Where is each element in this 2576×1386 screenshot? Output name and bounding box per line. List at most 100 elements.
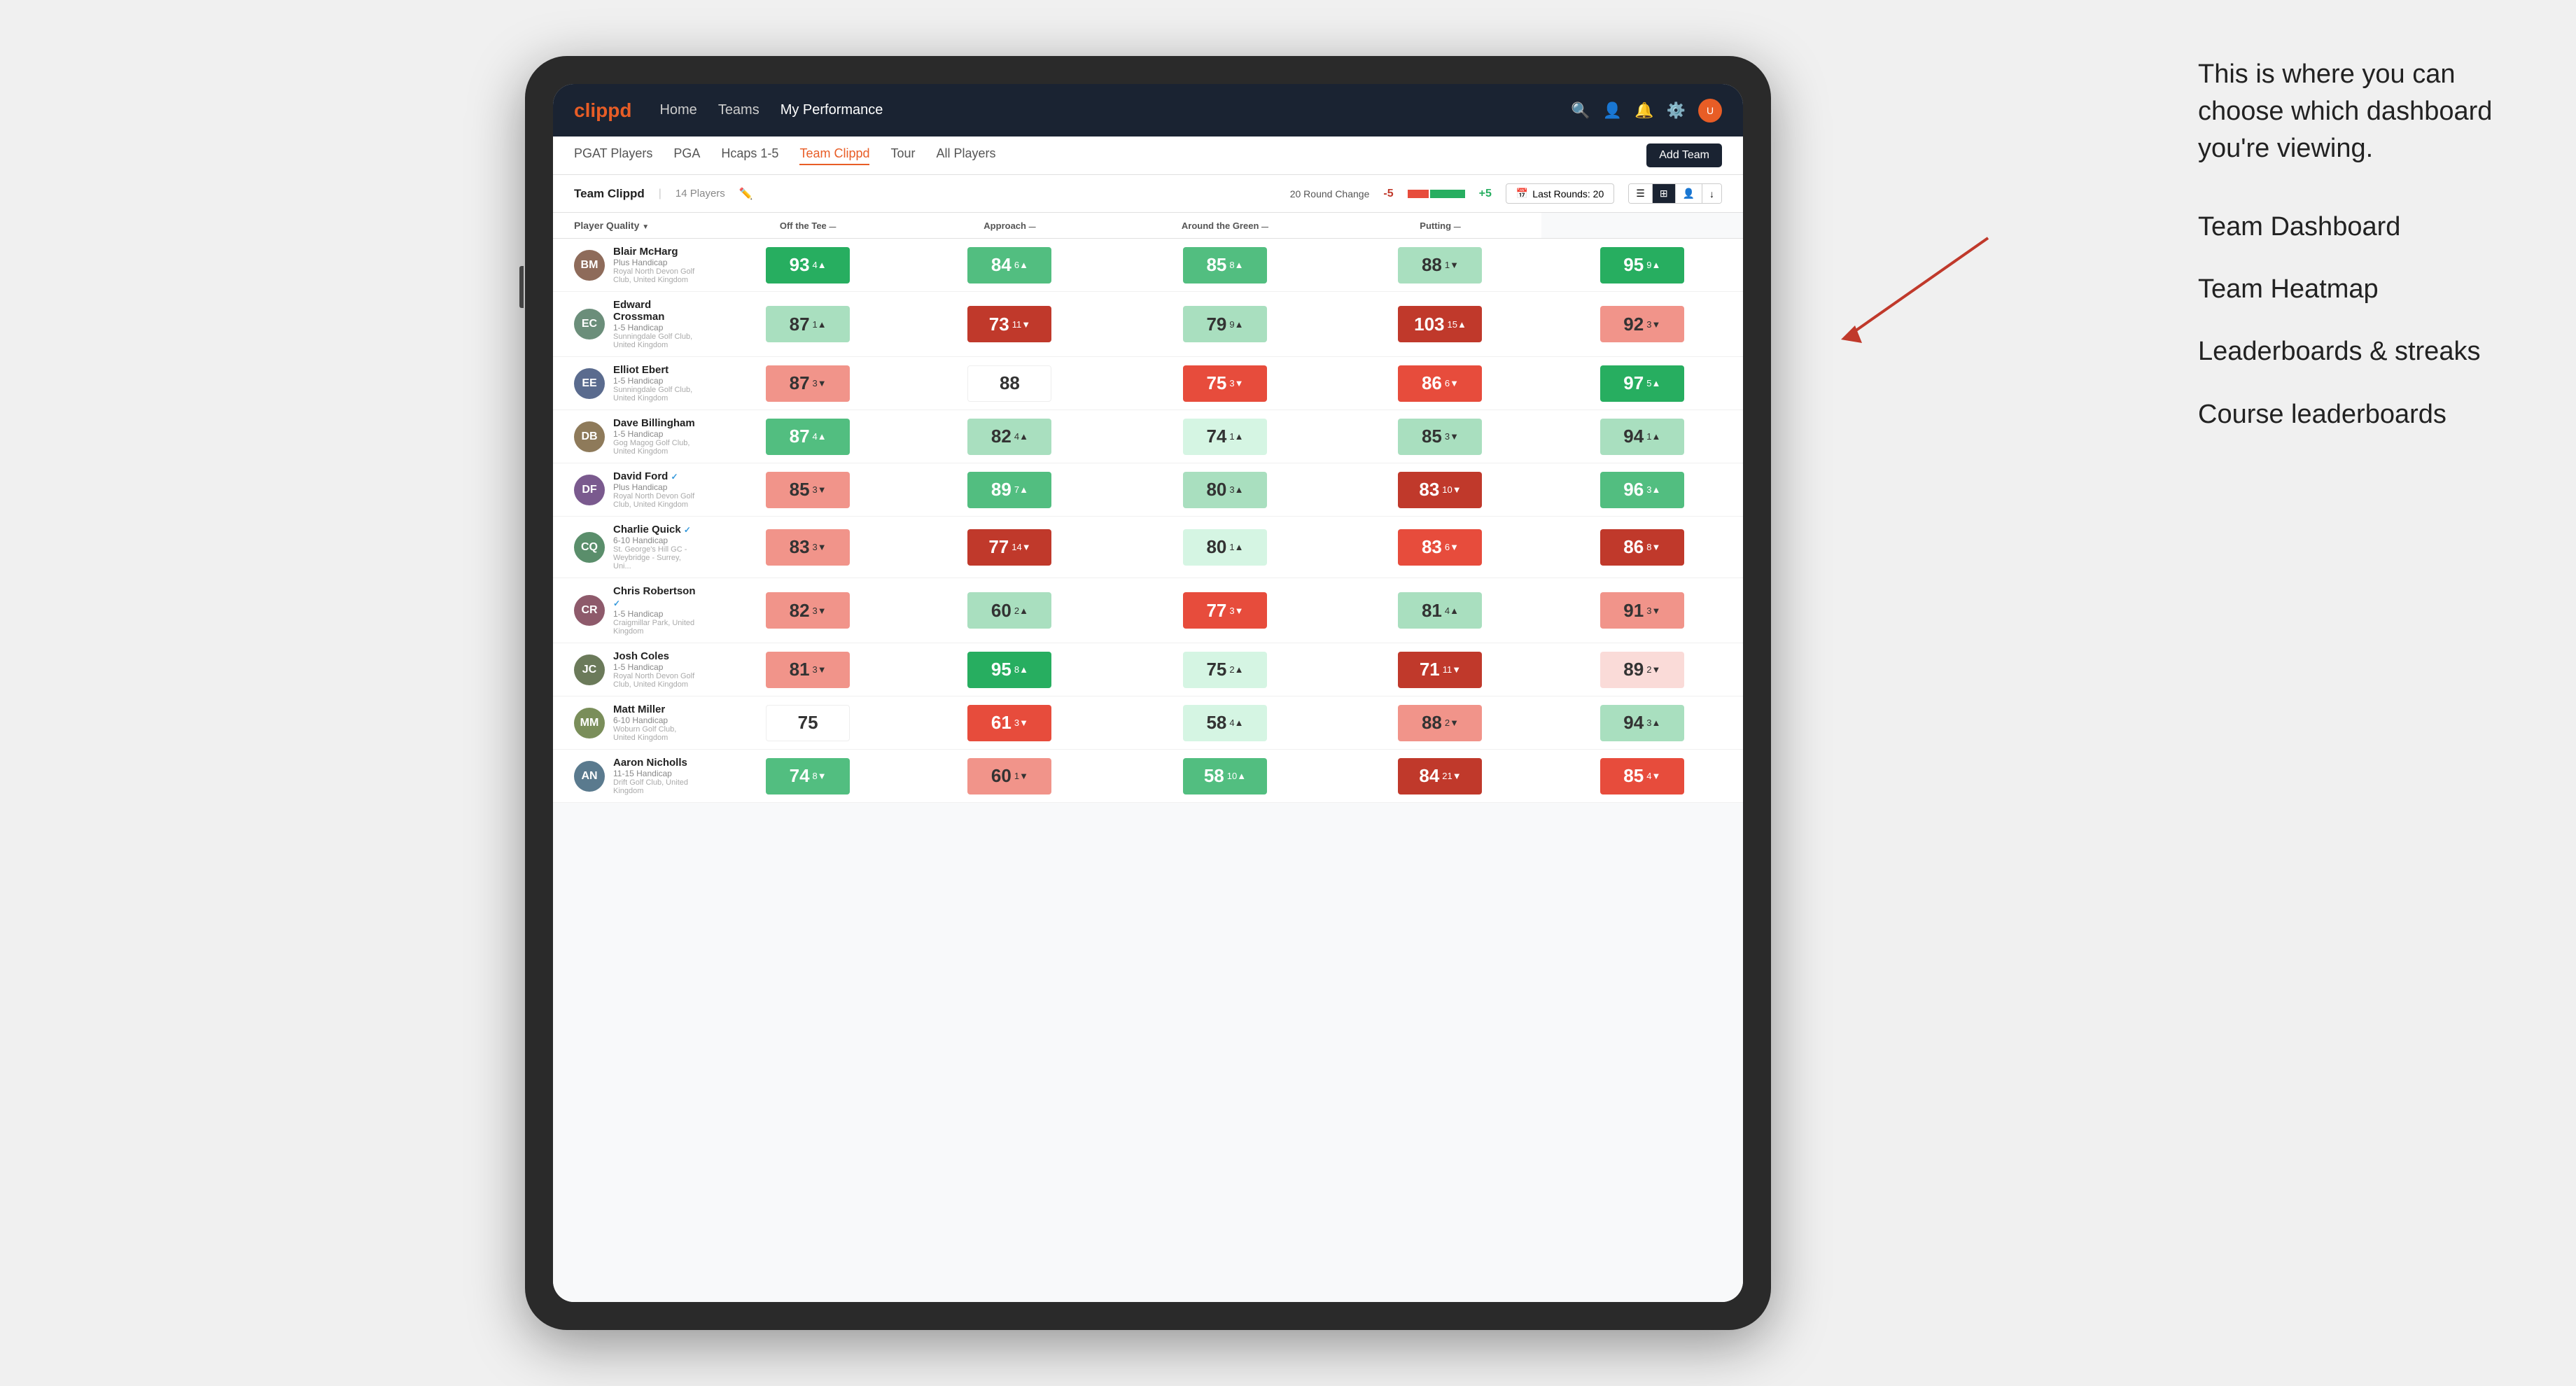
tee-cell-5[interactable]: 77 14▼ [909,517,1110,578]
around-green-cell-0[interactable]: 88 1▼ [1339,239,1541,292]
putting-cell-8[interactable]: 94 3▲ [1541,696,1743,750]
putting-cell-2[interactable]: 97 5▲ [1541,357,1743,410]
player-cell-5[interactable]: CQ Charlie Quick ✓ 6-10 Handicap St. Geo… [553,517,707,578]
approach-cell-1[interactable]: 79 9▲ [1111,292,1340,357]
score-value: 71 [1420,659,1440,680]
view-list-button[interactable]: ☰ [1629,184,1653,203]
bell-icon[interactable]: 🔔 [1634,102,1653,120]
quality-cell-3[interactable]: 87 4▲ [707,410,909,463]
player-cell-9[interactable]: AN Aaron Nicholls 11-15 Handicap Drift G… [553,750,707,803]
quality-cell-4[interactable]: 85 3▼ [707,463,909,517]
around-green-cell-1[interactable]: 103 15▲ [1339,292,1541,357]
around-green-cell-5[interactable]: 83 6▼ [1339,517,1541,578]
player-info: Charlie Quick ✓ 6-10 Handicap St. George… [613,524,696,570]
approach-cell-9[interactable]: 58 10▲ [1111,750,1340,803]
player-cell-6[interactable]: CR Chris Robertson ✓ 1-5 Handicap Craigm… [553,578,707,643]
putting-cell-9[interactable]: 85 4▼ [1541,750,1743,803]
around-green-cell-6[interactable]: 81 4▲ [1339,578,1541,643]
tee-cell-4[interactable]: 89 7▲ [909,463,1110,517]
tee-cell-6[interactable]: 60 2▲ [909,578,1110,643]
score-box: 91 3▼ [1600,592,1684,629]
score-box: 95 8▲ [967,652,1051,688]
nav-teams[interactable]: Teams [718,102,760,118]
around-green-cell-3[interactable]: 85 3▼ [1339,410,1541,463]
quality-cell-9[interactable]: 74 8▼ [707,750,909,803]
approach-cell-8[interactable]: 58 4▲ [1111,696,1340,750]
tee-cell-8[interactable]: 61 3▼ [909,696,1110,750]
around-green-cell-9[interactable]: 84 21▼ [1339,750,1541,803]
approach-cell-5[interactable]: 80 1▲ [1111,517,1340,578]
putting-cell-5[interactable]: 86 8▼ [1541,517,1743,578]
putting-cell-1[interactable]: 92 3▼ [1541,292,1743,357]
approach-cell-2[interactable]: 75 3▼ [1111,357,1340,410]
approach-cell-0[interactable]: 85 8▲ [1111,239,1340,292]
nav-home[interactable]: Home [659,102,696,118]
tee-cell-1[interactable]: 73 11▼ [909,292,1110,357]
player-handicap: Plus Handicap [613,482,696,492]
tee-cell-0[interactable]: 84 6▲ [909,239,1110,292]
tab-pgat[interactable]: PGAT Players [574,146,652,165]
quality-cell-2[interactable]: 87 3▼ [707,357,909,410]
around-green-cell-8[interactable]: 88 2▼ [1339,696,1541,750]
score-value: 103 [1414,314,1444,335]
player-cell-0[interactable]: BM Blair McHarg Plus Handicap Royal Nort… [553,239,707,292]
table-row: AN Aaron Nicholls 11-15 Handicap Drift G… [553,750,1743,803]
score-box: 86 8▼ [1600,529,1684,566]
around-green-cell-2[interactable]: 86 6▼ [1339,357,1541,410]
tee-cell-7[interactable]: 95 8▲ [909,643,1110,696]
view-grid-button[interactable]: ⊞ [1653,184,1676,203]
player-name: Matt Miller [613,704,696,715]
sub-nav-items: PGAT Players PGA Hcaps 1-5 Team Clippd T… [574,146,996,165]
score-value: 75 [798,712,818,734]
ipad-frame: clippd Home Teams My Performance 🔍 👤 🔔 ⚙… [525,56,1771,1330]
putting-cell-6[interactable]: 91 3▼ [1541,578,1743,643]
around-green-cell-7[interactable]: 71 11▼ [1339,643,1541,696]
tab-hcaps[interactable]: Hcaps 1-5 [721,146,778,165]
user-icon[interactable]: 👤 [1603,102,1622,120]
player-cell-7[interactable]: JC Josh Coles 1-5 Handicap Royal North D… [553,643,707,696]
tab-all-players[interactable]: All Players [937,146,996,165]
avatar[interactable]: U [1698,99,1722,122]
table-row: EE Elliot Ebert 1-5 Handicap Sunningdale… [553,357,1743,410]
tab-team-clippd[interactable]: Team Clippd [799,146,869,165]
quality-cell-7[interactable]: 81 3▼ [707,643,909,696]
view-person-button[interactable]: 👤 [1676,184,1702,203]
quality-cell-5[interactable]: 83 3▼ [707,517,909,578]
putting-cell-3[interactable]: 94 1▲ [1541,410,1743,463]
putting-cell-4[interactable]: 96 3▲ [1541,463,1743,517]
player-avatar: CR [574,595,605,626]
around-green-cell-4[interactable]: 83 10▼ [1339,463,1541,517]
table-row: BM Blair McHarg Plus Handicap Royal Nort… [553,239,1743,292]
approach-cell-7[interactable]: 75 2▲ [1111,643,1340,696]
col-putting: Putting — [1339,213,1541,239]
quality-cell-8[interactable]: 75 [707,696,909,750]
quality-cell-1[interactable]: 87 1▲ [707,292,909,357]
score-box: 85 3▼ [1398,419,1482,455]
settings-icon[interactable]: ⚙️ [1667,102,1686,120]
tab-pga[interactable]: PGA [673,146,700,165]
player-cell-2[interactable]: EE Elliot Ebert 1-5 Handicap Sunningdale… [553,357,707,410]
approach-cell-3[interactable]: 74 1▲ [1111,410,1340,463]
approach-cell-6[interactable]: 77 3▼ [1111,578,1340,643]
last-rounds-button[interactable]: 📅 Last Rounds: 20 [1506,183,1614,204]
add-team-button[interactable]: Add Team [1646,144,1722,167]
score-box: 92 3▼ [1600,306,1684,342]
quality-cell-6[interactable]: 82 3▼ [707,578,909,643]
player-cell-4[interactable]: DF David Ford ✓ Plus Handicap Royal Nort… [553,463,707,517]
player-cell-1[interactable]: EC Edward Crossman 1-5 Handicap Sunningd… [553,292,707,357]
tee-cell-9[interactable]: 60 1▼ [909,750,1110,803]
player-cell-8[interactable]: MM Matt Miller 6-10 Handicap Woburn Golf… [553,696,707,750]
score-box: 61 3▼ [967,705,1051,741]
tee-cell-3[interactable]: 82 4▲ [909,410,1110,463]
approach-cell-4[interactable]: 80 3▲ [1111,463,1340,517]
tee-cell-2[interactable]: 88 [909,357,1110,410]
view-export-button[interactable]: ↓ [1702,184,1721,203]
tab-tour[interactable]: Tour [890,146,915,165]
nav-performance[interactable]: My Performance [780,102,883,118]
edit-icon[interactable]: ✏️ [739,187,753,201]
putting-cell-0[interactable]: 95 9▲ [1541,239,1743,292]
search-icon[interactable]: 🔍 [1571,102,1590,120]
putting-cell-7[interactable]: 89 2▼ [1541,643,1743,696]
quality-cell-0[interactable]: 93 4▲ [707,239,909,292]
player-cell-3[interactable]: DB Dave Billingham 1-5 Handicap Gog Mago… [553,410,707,463]
